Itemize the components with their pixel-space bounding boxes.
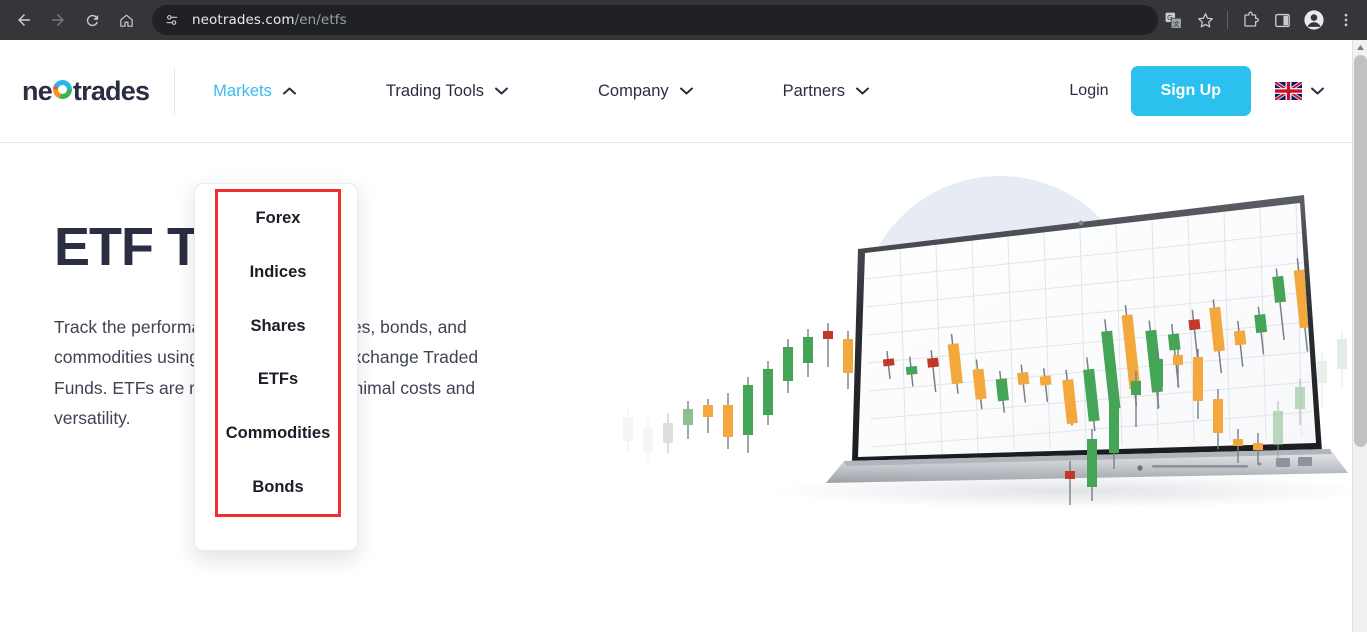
logo-text-before: ne: [22, 75, 53, 106]
uk-flag-icon: [1275, 82, 1302, 100]
profile-avatar-icon: [1304, 10, 1324, 30]
dropdown-item-commodities[interactable]: Commodities: [226, 424, 331, 443]
extensions-puzzle-icon: [1243, 11, 1259, 27]
extensions-button[interactable]: [1235, 5, 1265, 35]
site-logo[interactable]: ne trades: [22, 75, 150, 107]
laptop-candlestick-chart-illustration: [623, 176, 1352, 509]
side-panel-icon: [1274, 13, 1290, 27]
signup-button[interactable]: Sign Up: [1130, 66, 1251, 116]
nav-item-trading-tools[interactable]: Trading Tools: [386, 82, 508, 101]
highlight-annotation-box: Forex Indices Shares ETFs Commodities Bo…: [215, 189, 341, 517]
dropdown-item-shares[interactable]: Shares: [250, 317, 305, 336]
dropdown-item-bonds[interactable]: Bonds: [252, 478, 303, 497]
back-button[interactable]: [8, 4, 40, 36]
browser-menu-button[interactable]: [1331, 5, 1361, 35]
dropdown-item-indices[interactable]: Indices: [250, 263, 307, 282]
side-panel-button[interactable]: [1267, 5, 1297, 35]
site-settings-icon[interactable]: [162, 10, 182, 30]
nav-item-company[interactable]: Company: [598, 82, 693, 101]
primary-nav: Markets Trading Tools Company Partners: [213, 82, 959, 101]
chevron-down-icon: [495, 87, 508, 95]
translate-icon: G 文: [1165, 12, 1182, 29]
chevron-down-icon: [679, 87, 693, 95]
reload-button[interactable]: [76, 4, 108, 36]
chevron-down-icon: [1311, 87, 1324, 95]
site-navbar: ne trades Markets Trading Tools Company: [0, 40, 1352, 143]
forward-arrow-icon: [52, 14, 64, 26]
nav-item-partners[interactable]: Partners: [783, 82, 869, 101]
language-selector[interactable]: [1275, 82, 1324, 100]
home-icon: [119, 14, 133, 27]
chevron-down-icon: [855, 87, 869, 95]
page-scrollbar[interactable]: [1352, 40, 1367, 632]
scroll-up-button[interactable]: [1353, 40, 1367, 55]
dropdown-item-etfs[interactable]: ETFs: [258, 370, 298, 389]
browser-nav-buttons: [0, 4, 142, 36]
nav-item-partners-label: Partners: [782, 81, 845, 100]
bookmark-button[interactable]: [1190, 5, 1220, 35]
home-button[interactable]: [110, 4, 142, 36]
nav-item-markets-label: Markets: [213, 81, 272, 100]
page-viewport: ne trades Markets Trading Tools Company: [0, 40, 1352, 632]
logo-text-after: trades: [72, 75, 150, 106]
profile-button[interactable]: [1299, 5, 1329, 35]
nav-divider: [174, 67, 176, 115]
browser-toolbar: neotrades.com/en/etfs G 文: [0, 0, 1367, 40]
forward-button[interactable]: [42, 4, 74, 36]
translate-button[interactable]: G 文: [1158, 5, 1188, 35]
hero-illustration: [600, 161, 1352, 601]
back-arrow-icon: [18, 14, 30, 26]
scrollbar-thumb[interactable]: [1354, 55, 1367, 447]
three-dot-menu-icon: [1344, 13, 1348, 27]
nav-actions: Login Sign Up: [1069, 66, 1324, 116]
toolbar-divider: [1227, 11, 1228, 29]
svg-text:文: 文: [1173, 19, 1180, 28]
browser-actions: G 文: [1158, 5, 1367, 35]
dropdown-item-forex[interactable]: Forex: [256, 209, 301, 228]
chevron-up-icon: [282, 87, 296, 95]
nav-item-company-label: Company: [598, 81, 669, 100]
reload-icon: [86, 14, 98, 26]
bookmark-star-icon: [1197, 12, 1213, 27]
login-link[interactable]: Login: [1069, 82, 1108, 100]
logo-donut-icon: [52, 79, 72, 99]
scroll-up-arrow-icon: [1357, 45, 1364, 50]
nav-item-trading-tools-label: Trading Tools: [385, 81, 484, 100]
address-bar[interactable]: neotrades.com/en/etfs: [152, 5, 1158, 35]
markets-dropdown-menu: Forex Indices Shares ETFs Commodities Bo…: [194, 183, 358, 551]
nav-item-markets[interactable]: Markets: [213, 82, 296, 101]
url-text: neotrades.com/en/etfs: [192, 12, 347, 28]
